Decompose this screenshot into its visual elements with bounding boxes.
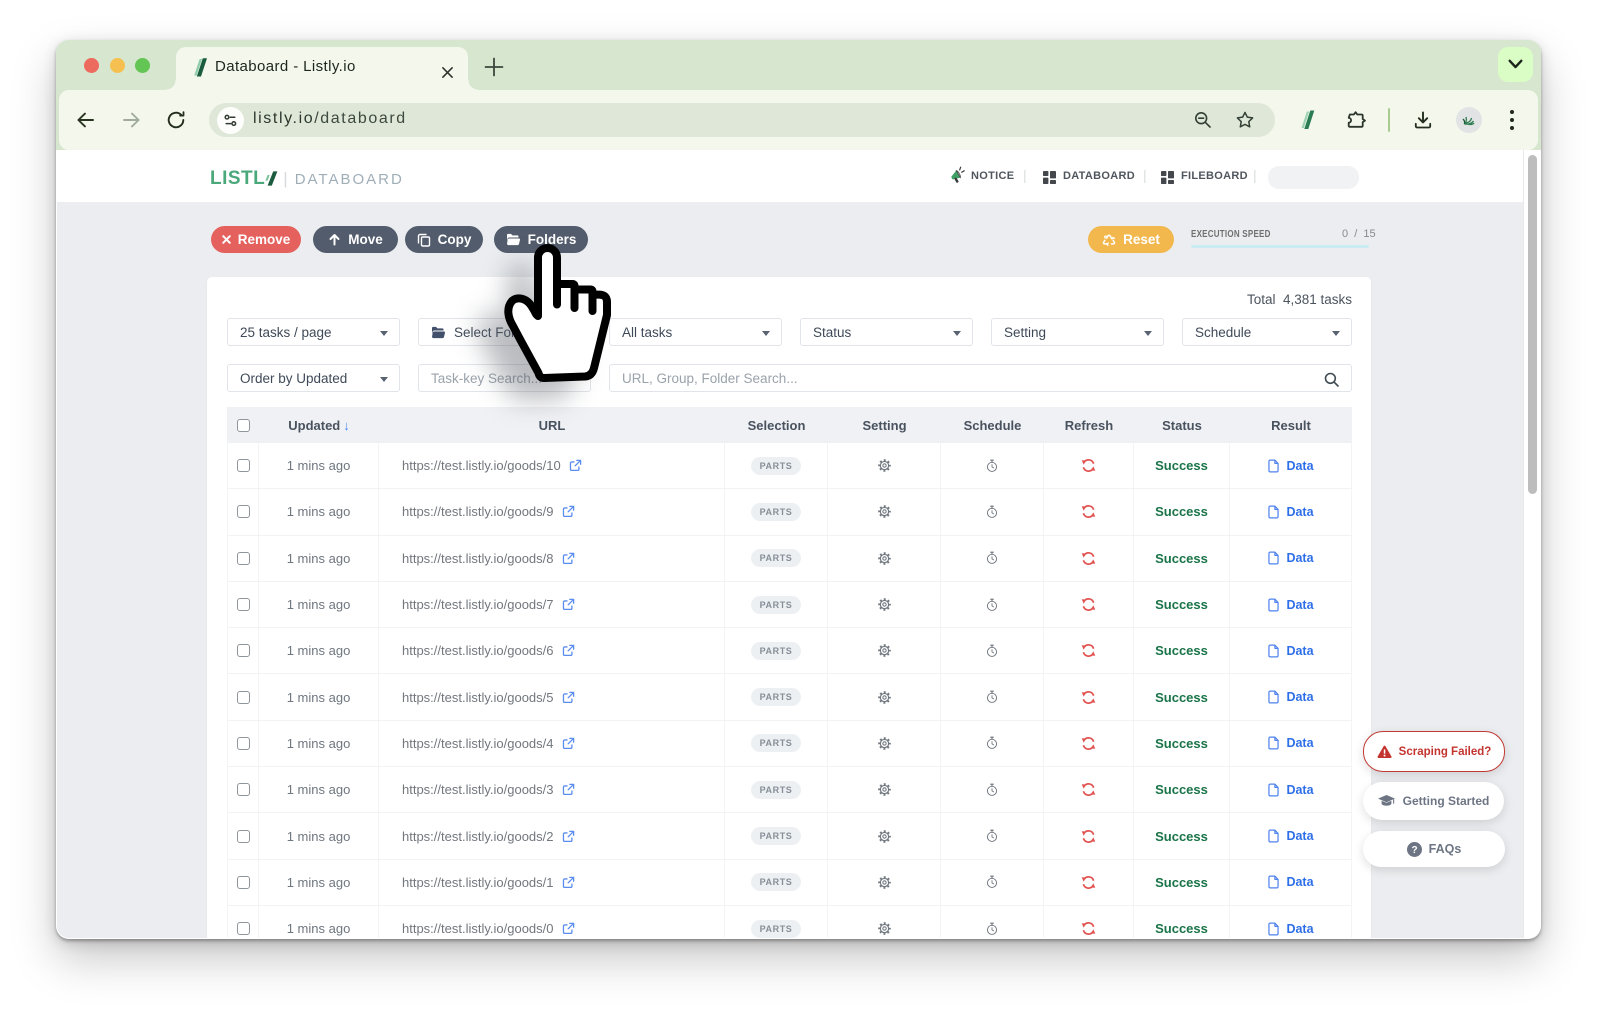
svg-text:?: ? (1411, 845, 1417, 856)
